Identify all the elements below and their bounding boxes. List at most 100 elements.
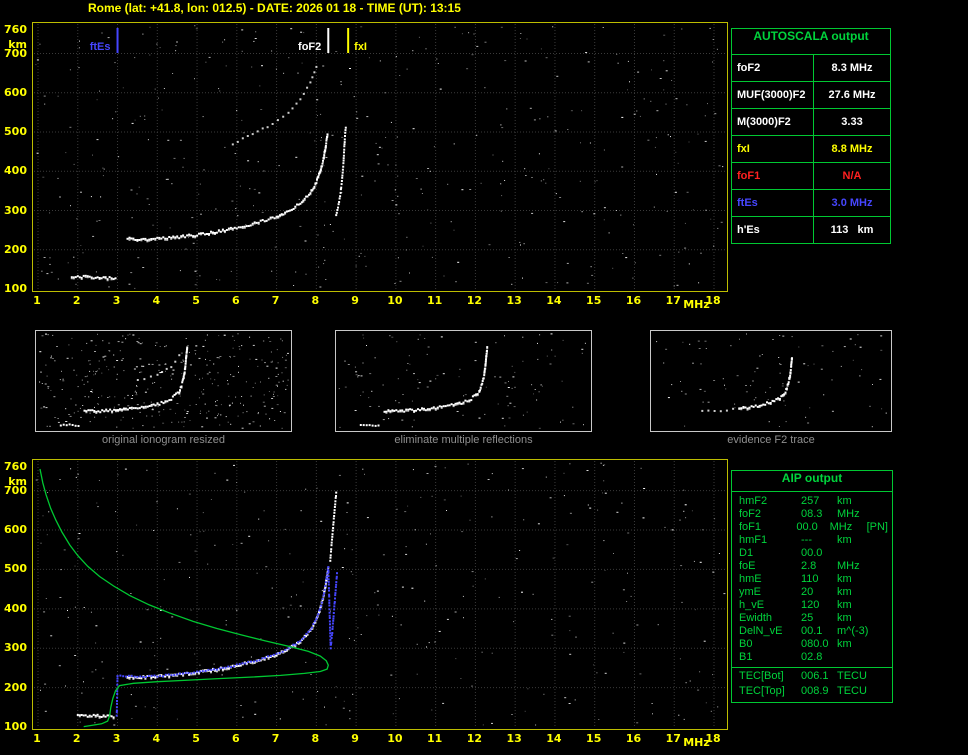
aip-name: TEC[Top] <box>739 685 785 697</box>
y-tick-label: 300 <box>4 641 27 655</box>
aip-value: 02.8 <box>801 651 823 663</box>
y-tick-label: 200 <box>4 242 27 256</box>
x-tick-label: 11 <box>426 294 443 307</box>
thumbnail-eliminate-multiples <box>335 330 592 432</box>
x-tick-label: 9 <box>351 294 359 307</box>
aip-name: B1 <box>739 651 753 663</box>
x-tick-label: 5 <box>192 294 200 307</box>
aip-value: 257 <box>801 495 820 507</box>
x-tick-label: 3 <box>112 732 121 745</box>
y-tick-label: 600 <box>4 85 27 99</box>
row-label: fxI <box>732 136 814 162</box>
grid-lines <box>34 24 726 290</box>
aip-note <box>888 638 892 651</box>
aip-note <box>888 586 892 599</box>
autoscala-table-header: AUTOSCALA output <box>753 29 869 43</box>
table-row: foE 2.8 MHz <box>732 560 892 573</box>
aip-table-header: AIP output <box>732 471 892 492</box>
aip-name: h_vE <box>739 599 765 611</box>
aip-note: [PN] <box>866 521 888 533</box>
table-row: hmF2 257 km <box>732 495 892 508</box>
aip-unit: km <box>837 534 852 546</box>
aip-name: foF2 <box>739 508 762 520</box>
aip-output-table: AIP output hmF2 257 km foF2 08.3 MHz foF1 00.0 M… <box>731 470 893 703</box>
x-tick-label: 12 <box>466 294 483 307</box>
table-row: h'Es 113 km <box>732 216 890 243</box>
x-tick-label: 11 <box>426 732 443 745</box>
thumbnail-caption-original: original ionogram resized <box>102 434 225 446</box>
aip-value: 080.0 <box>801 638 829 650</box>
x-tick-label: 16 <box>625 732 642 745</box>
aip-note <box>888 670 892 685</box>
aip-value: 110 <box>801 573 819 585</box>
aip-unit: TECU <box>837 685 867 697</box>
aip-value: 00.0 <box>801 547 823 559</box>
row-label: foF1 <box>732 163 814 189</box>
aip-note <box>888 573 892 586</box>
x-tick-label: 16 <box>625 294 642 307</box>
table-row: B1 02.8 <box>732 651 892 664</box>
aip-unit <box>837 547 877 560</box>
table-row: foF2 8.3 MHz <box>732 54 890 81</box>
x-tick-label: 10 <box>387 732 403 745</box>
x-tick-label: 14 <box>546 294 562 307</box>
table-row: ftEs 3.0 MHz <box>732 189 890 216</box>
y-tick-label: 500 <box>4 125 27 139</box>
row-value: 27.6 MHz <box>828 89 876 101</box>
marker-label-fxI: fxI <box>354 41 367 53</box>
aip-note <box>888 560 892 573</box>
x-tick-label: 5 <box>192 732 200 745</box>
row-value: 8.3 MHz <box>831 62 873 74</box>
thumb-no-multiples-canvas <box>338 333 586 429</box>
aip-name: hmF1 <box>739 534 768 546</box>
aip-note <box>888 612 892 625</box>
row-label: foF2 <box>732 55 814 81</box>
aip-name: Ewidth <box>739 612 773 624</box>
aip-name: D1 <box>739 547 754 559</box>
aip-value: 008.9 <box>801 685 829 697</box>
aip-unit: km <box>837 638 852 650</box>
x-tick-label: 7 <box>271 294 280 307</box>
noise-dots <box>338 333 586 429</box>
row-value: 3.33 <box>841 116 863 128</box>
aip-unit: m^(-3) <box>837 625 869 637</box>
aip-value: 006.1 <box>801 670 829 682</box>
row-label: MUF(3000)F2 <box>732 82 814 108</box>
table-row: hmE 110 km <box>732 573 892 586</box>
y-tick-label: 400 <box>4 164 27 178</box>
row-value: 8.8 MHz <box>831 143 873 155</box>
thumb-original-canvas <box>39 333 289 429</box>
x-axis-unit-label: MHz <box>683 736 710 749</box>
y-tick-label: 760 <box>4 460 27 473</box>
thumb-f2-evidence-canvas <box>656 333 887 428</box>
y-axis-unit-label: km <box>8 475 27 488</box>
window-title: Rome (lat: +41.8, lon: 012.5) - DATE: 20… <box>88 1 461 15</box>
aip-note <box>888 534 892 547</box>
aip-note <box>888 685 892 698</box>
x-tick-label: 8 <box>311 294 320 307</box>
x-tick-label: 8 <box>311 732 320 745</box>
table-row: MUF(3000)F2 27.6 MHz <box>732 81 890 108</box>
aip-unit: km <box>837 586 852 598</box>
x-tick-label: 4 <box>152 294 161 307</box>
x-tick-label: 15 <box>586 732 602 745</box>
table-row: h_vE 120 km <box>732 599 892 612</box>
series-f2-lower-faint <box>701 407 741 413</box>
aip-name: B0 <box>739 638 753 650</box>
aip-name: hmE <box>739 573 762 585</box>
aip-name: foF1 <box>739 521 762 533</box>
x-tick-label: 14 <box>546 732 562 745</box>
y-tick-label: 200 <box>4 680 27 694</box>
y-axis-unit-label: km <box>8 38 27 51</box>
x-tick-label: 6 <box>231 294 240 307</box>
aip-name: foE <box>739 560 756 572</box>
table-row: B0 080.0 km <box>732 638 892 651</box>
aip-value: 20 <box>801 586 814 598</box>
y-tick-label: 400 <box>4 601 27 615</box>
row-value: 3.0 MHz <box>831 197 873 209</box>
series-f2-trace <box>383 346 489 414</box>
series-f2-trace <box>83 346 189 414</box>
aip-unit: TECU <box>837 670 867 682</box>
row-value: 113 km <box>830 224 874 236</box>
ionogram-top-canvas: ftEs foF2 fxI <box>34 24 726 290</box>
